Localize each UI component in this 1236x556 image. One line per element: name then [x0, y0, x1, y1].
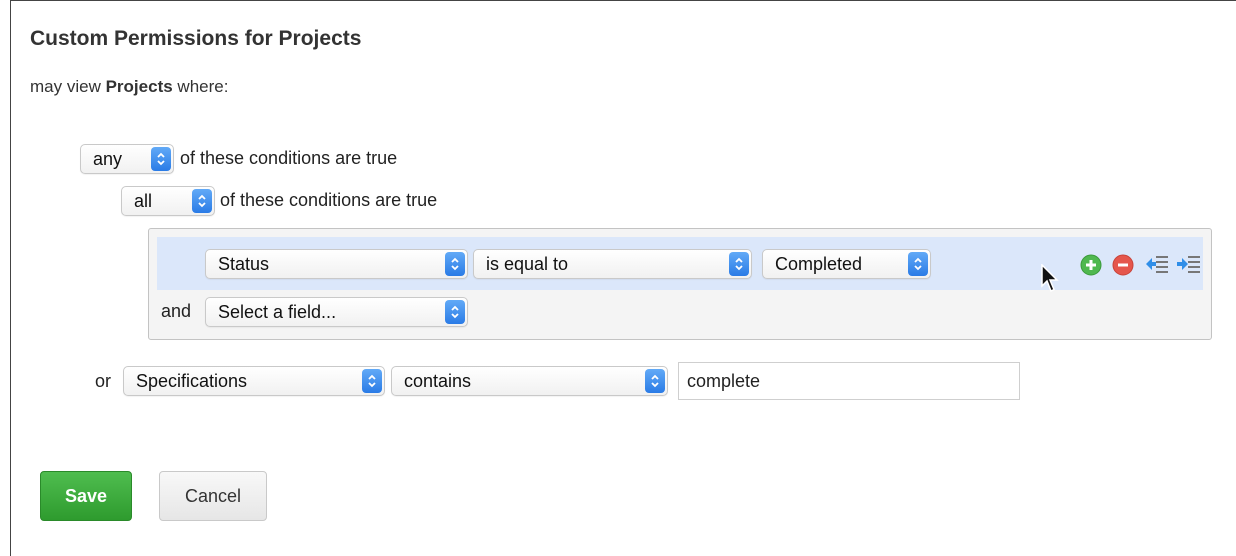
- cancel-button[interactable]: Cancel: [159, 471, 267, 521]
- outer-quantifier-value: any: [93, 149, 123, 169]
- intro-suffix: where:: [177, 77, 229, 96]
- intro-bold-entity: Projects: [105, 77, 173, 96]
- condition-value-value: Completed: [775, 254, 863, 274]
- add-condition-icon[interactable]: [1080, 254, 1102, 276]
- condition-operator-value: is equal to: [486, 254, 569, 274]
- or-field-value: Specifications: [136, 371, 248, 391]
- remove-condition-icon[interactable]: [1112, 254, 1134, 276]
- and-conjunction-label: and: [161, 301, 192, 321]
- or-value-input[interactable]: complete: [678, 362, 1020, 400]
- condition-field-value: Status: [218, 254, 270, 274]
- select-arrows-icon: [445, 252, 465, 276]
- outer-quantifier-select[interactable]: any: [80, 144, 174, 174]
- intro-prefix: may view: [30, 77, 101, 96]
- intro-text: may view Projects where:: [30, 77, 228, 97]
- select-arrows-icon: [729, 252, 749, 276]
- select-arrows-icon: [362, 369, 382, 393]
- outdent-icon[interactable]: [1144, 252, 1170, 278]
- save-button[interactable]: Save: [40, 471, 132, 521]
- add-field-placeholder: Select a field...: [218, 302, 337, 322]
- select-arrows-icon: [445, 300, 465, 324]
- condition-operator-select[interactable]: is equal to: [473, 249, 752, 279]
- page-title: Custom Permissions for Projects: [30, 27, 362, 50]
- select-arrows-icon: [151, 147, 171, 171]
- condition-field-select[interactable]: Status: [205, 249, 468, 279]
- or-conjunction-label: or: [95, 371, 112, 391]
- select-arrows-icon: [645, 369, 665, 393]
- mouse-cursor-icon: [1041, 264, 1059, 293]
- inner-quantifier-select[interactable]: all: [121, 186, 215, 216]
- or-operator-select[interactable]: contains: [391, 366, 668, 396]
- condition-value-select[interactable]: Completed: [762, 249, 931, 279]
- select-arrows-icon: [192, 189, 212, 213]
- inner-quantifier-suffix: of these conditions are true: [220, 190, 438, 210]
- indent-icon[interactable]: [1176, 252, 1202, 278]
- outer-quantifier-suffix: of these conditions are true: [180, 148, 398, 168]
- or-field-select[interactable]: Specifications: [123, 366, 385, 396]
- add-field-select[interactable]: Select a field...: [205, 297, 468, 327]
- select-arrows-icon: [908, 252, 928, 276]
- or-operator-value: contains: [404, 371, 472, 391]
- inner-quantifier-value: all: [134, 191, 153, 211]
